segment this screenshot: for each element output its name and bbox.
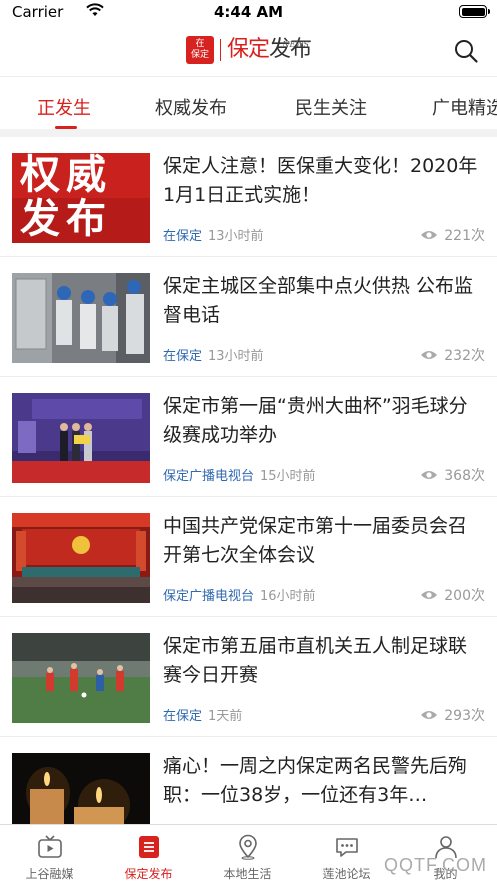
news-views: 221次 xyxy=(420,225,485,245)
news-thumbnail xyxy=(12,753,150,824)
news-views-count: 293次 xyxy=(444,708,485,724)
news-source[interactable]: 在保定 xyxy=(163,709,202,724)
news-source[interactable]: 保定广播电视台 xyxy=(163,589,254,604)
news-time: 16小时前 xyxy=(260,589,316,604)
search-icon[interactable] xyxy=(453,38,479,64)
news-title[interactable]: 保定市第一届“贵州大曲杯”羽毛球分级赛成功举办 xyxy=(163,392,485,450)
news-item[interactable]: 保定市第五届市直机关五人制足球联赛今日开赛 在保定 1天前 293次 xyxy=(0,617,497,737)
news-thumbnail xyxy=(12,393,150,483)
document-list-icon xyxy=(139,836,159,858)
news-list[interactable]: 权威 发布 保定人注意！医保重大变化！2020年1月1日正式实施！ 在保定 13小… xyxy=(0,137,497,824)
news-title[interactable]: 痛心！一周之内保定两名民警先后殉职：一位38岁，一位还有3年… xyxy=(163,752,485,810)
thumb-text-line1: 权威 xyxy=(20,153,112,198)
chat-bubble-icon xyxy=(336,838,358,857)
category-tabs: 正发生 权威发布 民生关注 广电精选 xyxy=(0,76,497,129)
tv-icon xyxy=(38,835,62,858)
eye-icon xyxy=(421,351,438,359)
bottom-tab-label: 莲池论坛 xyxy=(322,867,371,881)
logo-news: NEWS xyxy=(282,40,310,49)
news-title[interactable]: 保定市第五届市直机关五人制足球联赛今日开赛 xyxy=(163,632,485,690)
app-header: 在 保定 保定发布 NEWS xyxy=(0,24,497,76)
news-meta: 保定广播电视台 16小时前 xyxy=(163,585,316,604)
news-thumbnail xyxy=(12,633,150,723)
bottom-tab-label: 保定发布 xyxy=(124,867,173,881)
news-time: 13小时前 xyxy=(208,229,264,244)
news-item[interactable]: 保定主城区全部集中点火供热 公布监督电话 在保定 13小时前 232次 xyxy=(0,257,497,377)
news-source[interactable]: 在保定 xyxy=(163,229,202,244)
news-views: 368次 xyxy=(420,465,485,485)
eye-icon xyxy=(421,231,438,239)
eye-icon xyxy=(421,471,438,479)
bottom-tab-label: 本地生活 xyxy=(223,867,272,881)
thumb-text-line2: 发布 xyxy=(20,196,112,242)
news-views: 200次 xyxy=(420,585,485,605)
logo-wordmark: 保定发布 NEWS xyxy=(227,36,312,64)
clock: 4:44 AM xyxy=(213,3,284,21)
logo-badge-bottom: 保定 xyxy=(190,50,209,60)
news-meta: 在保定 13小时前 xyxy=(163,345,264,364)
news-item[interactable]: 保定市第一届“贵州大曲杯”羽毛球分级赛成功举办 保定广播电视台 15小时前 368… xyxy=(0,377,497,497)
news-views: 232次 xyxy=(420,345,485,365)
bottom-tab-bendi-shenghuo[interactable]: 本地生活 xyxy=(198,825,297,883)
logo-badge-top: 在 xyxy=(195,39,205,49)
news-item[interactable]: 中国共产党保定市第十一届委员会召开第七次全体会议 保定广播电视台 16小时前 20… xyxy=(0,497,497,617)
tab-zhengfasheng[interactable]: 正发生 xyxy=(37,94,91,120)
section-divider xyxy=(0,129,497,137)
news-title[interactable]: 保定主城区全部集中点火供热 公布监督电话 xyxy=(163,272,485,330)
news-thumbnail: 权威 发布 xyxy=(12,153,150,243)
news-time: 13小时前 xyxy=(208,349,264,364)
news-views-count: 221次 xyxy=(444,228,485,244)
news-thumbnail xyxy=(12,273,150,363)
bottom-tab-label: 上谷融媒 xyxy=(25,867,74,881)
news-item[interactable]: 痛心！一周之内保定两名民警先后殉职：一位38岁，一位还有3年… xyxy=(0,737,497,824)
news-item[interactable]: 权威 发布 保定人注意！医保重大变化！2020年1月1日正式实施！ 在保定 13小… xyxy=(0,137,497,257)
news-thumbnail xyxy=(12,513,150,603)
news-views: 293次 xyxy=(420,705,485,725)
tab-quanwei[interactable]: 权威发布 xyxy=(155,94,227,120)
eye-icon xyxy=(421,711,438,719)
news-time: 1天前 xyxy=(208,709,243,724)
tab-guangdian[interactable]: 广电精选 xyxy=(432,94,497,120)
news-views-count: 232次 xyxy=(444,348,485,364)
app-logo: 在 保定 保定发布 NEWS xyxy=(186,36,312,64)
status-bar: Carrier 4:44 AM xyxy=(0,0,497,24)
bottom-tab-shanggu[interactable]: 上谷融媒 xyxy=(0,825,99,883)
battery-icon xyxy=(459,5,490,18)
news-views-count: 200次 xyxy=(444,588,485,604)
bottom-tab-lianchi-luntan[interactable]: 莲池论坛 xyxy=(297,825,396,883)
news-meta: 在保定 1天前 xyxy=(163,705,242,724)
news-meta: 在保定 13小时前 xyxy=(163,225,264,244)
news-views-count: 368次 xyxy=(444,468,485,484)
news-source[interactable]: 在保定 xyxy=(163,349,202,364)
news-source[interactable]: 保定广播电视台 xyxy=(163,469,254,484)
logo-text-red: 保定 xyxy=(227,37,270,62)
tab-minsheng[interactable]: 民生关注 xyxy=(295,94,367,120)
news-meta: 保定广播电视台 15小时前 xyxy=(163,465,316,484)
news-title[interactable]: 中国共产党保定市第十一届委员会召开第七次全体会议 xyxy=(163,512,485,570)
news-title[interactable]: 保定人注意！医保重大变化！2020年1月1日正式实施！ xyxy=(163,152,485,210)
watermark: QQTF.COM xyxy=(384,855,487,875)
bottom-tab-baoding-fabu[interactable]: 保定发布 xyxy=(99,825,198,883)
location-pin-icon xyxy=(239,834,257,860)
logo-badge: 在 保定 xyxy=(186,36,214,64)
logo-divider xyxy=(220,39,221,61)
eye-icon xyxy=(421,591,438,599)
news-time: 15小时前 xyxy=(260,469,316,484)
